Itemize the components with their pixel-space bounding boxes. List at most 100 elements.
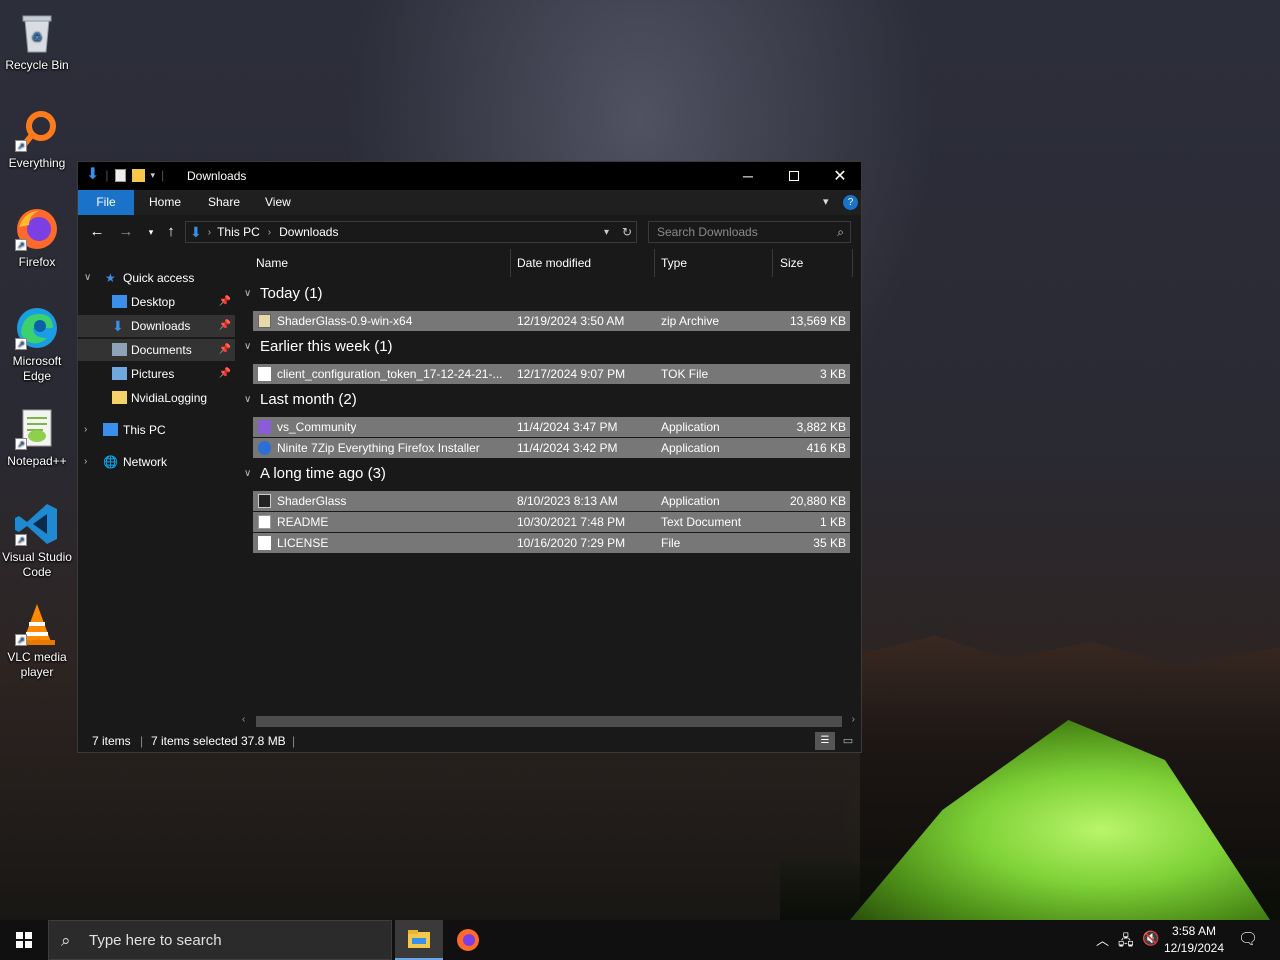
column-header-name[interactable]: Name [248, 249, 511, 277]
column-header-size[interactable]: Size [772, 249, 853, 277]
nav-network[interactable]: › 🌐 Network [78, 451, 235, 473]
group-label: A long time ago (3) [260, 465, 386, 482]
address-dropdown-icon[interactable]: ▾ [604, 227, 609, 238]
file-row[interactable]: client_configuration_token_17-12-24-21-.… [253, 364, 850, 384]
help-icon[interactable]: ? [843, 195, 858, 210]
group-header-last-month[interactable]: ∨ Last month (2) [236, 388, 836, 412]
nav-item-documents[interactable]: Documents 📌 [78, 339, 235, 361]
clock[interactable]: 3:58 AM 12/19/2024 [1162, 923, 1226, 957]
firefox-icon [457, 929, 479, 951]
nav-item-desktop[interactable]: Desktop 📌 [78, 291, 235, 313]
nav-quick-access[interactable]: ∨ ★ Quick access [78, 267, 235, 289]
desktop-icon-firefox[interactable]: ↗ Firefox [0, 205, 74, 270]
file-row[interactable]: vs_Community 11/4/2024 3:47 PM Applicati… [253, 417, 850, 437]
file-row[interactable]: Ninite 7Zip Everything Firefox Installer… [253, 438, 850, 458]
recent-locations-button[interactable]: ▾ [142, 223, 160, 241]
group-header-today[interactable]: ∨ Today (1) [236, 282, 836, 306]
maximize-button[interactable] [771, 162, 817, 190]
nav-label: Desktop [131, 295, 176, 309]
qa-customize-icon[interactable]: ▾ [151, 170, 156, 181]
file-name: LICENSE [277, 536, 329, 550]
chevron-down-icon: ∨ [244, 394, 252, 405]
window-title: Downloads [187, 169, 247, 183]
pin-icon: 📌 [218, 368, 231, 379]
nav-label: This PC [123, 423, 166, 437]
refresh-icon[interactable]: ↻ [622, 225, 632, 239]
chevron-down-icon: ▾ [148, 227, 154, 237]
desktop-icon-vscode[interactable]: ↗ Visual Studio Code [0, 500, 74, 580]
properties-icon[interactable] [114, 168, 126, 182]
scroll-right-icon[interactable]: › [852, 714, 855, 725]
back-button[interactable]: ← [88, 223, 106, 241]
taskbar-search-input[interactable]: ⌕ Type here to search [48, 920, 392, 960]
up-button[interactable]: ↑ [162, 223, 180, 241]
network-status-icon[interactable]: 🖧 [1118, 930, 1134, 954]
breadcrumb-downloads[interactable]: Downloads [279, 225, 338, 239]
scroll-left-icon[interactable]: ‹ [242, 714, 245, 725]
file-size: 13,569 KB [789, 314, 846, 328]
visual-studio-installer-icon [258, 420, 271, 434]
breadcrumb-this-pc[interactable]: This PC [217, 225, 260, 239]
desktop-icon-edge[interactable]: ↗ Microsoft Edge [0, 304, 74, 384]
scrollbar-thumb[interactable] [256, 716, 842, 727]
nav-label: Downloads [131, 319, 191, 333]
group-header-a-long-time-ago[interactable]: ∨ A long time ago (3) [236, 462, 836, 486]
file-date: 12/17/2024 9:07 PM [517, 367, 626, 381]
desktop-icon-notepadpp[interactable]: ↗ Notepad++ [0, 404, 74, 469]
large-icons-view-button[interactable]: ▭ [838, 732, 858, 750]
file-date: 10/16/2020 7:29 PM [517, 536, 626, 550]
breadcrumb-separator: › [267, 226, 272, 238]
desktop-icon-vlc[interactable]: ↗ VLC media player [0, 600, 74, 680]
tab-view[interactable]: View [251, 190, 305, 215]
file-row[interactable]: ShaderGlass 8/10/2023 8:13 AM Applicatio… [253, 491, 850, 511]
pin-icon: 📌 [218, 344, 231, 355]
tab-home[interactable]: Home [135, 190, 195, 215]
nav-item-downloads[interactable]: ⬇ Downloads 📌 [78, 315, 235, 337]
selected-size: 37.8 MB [241, 734, 286, 748]
desktop-icon-everything[interactable]: ↗ Everything [0, 106, 74, 171]
tab-share[interactable]: Share [194, 190, 254, 215]
file-date: 10/30/2021 7:48 PM [517, 515, 626, 529]
desktop-icon-label: Recycle Bin [5, 58, 69, 72]
chevron-down-icon: ∨ [84, 272, 92, 283]
minimize-icon: ─ [743, 168, 753, 184]
file-row[interactable]: LICENSE 10/16/2020 7:29 PM File 35 KB [253, 533, 850, 553]
search-placeholder: Search Downloads [657, 225, 758, 239]
expand-ribbon-icon[interactable]: ▾ [823, 195, 829, 208]
new-folder-icon[interactable] [131, 168, 145, 182]
file-date: 11/4/2024 3:42 PM [517, 441, 618, 455]
nav-item-pictures[interactable]: Pictures 📌 [78, 363, 235, 385]
ninite-icon [258, 441, 271, 455]
nav-this-pc[interactable]: › This PC [78, 419, 235, 441]
column-header-type[interactable]: Type [653, 249, 773, 277]
nav-item-nvidialogging[interactable]: NvidiaLogging [78, 387, 235, 409]
file-size: 35 KB [813, 536, 846, 550]
show-hidden-icons[interactable]: ︿ [1096, 930, 1109, 949]
desktop-icon-recycle-bin[interactable]: ♻ Recycle Bin [0, 8, 74, 73]
title-bar[interactable]: ⬇ | ▾ | Downloads ─ ✕ [78, 162, 861, 190]
close-button[interactable]: ✕ [817, 162, 863, 190]
explorer-window: ⬇ | ▾ | Downloads ─ ✕ File Home Share Vi… [77, 161, 862, 753]
group-header-earlier-this-week[interactable]: ∨ Earlier this week (1) [236, 335, 836, 359]
column-header-date-modified[interactable]: Date modified [509, 249, 655, 277]
horizontal-scrollbar[interactable]: ‹ › [236, 713, 861, 730]
file-type: TOK File [661, 367, 709, 381]
taskbar-file-explorer[interactable] [395, 920, 443, 960]
file-row[interactable]: README 10/30/2021 7:48 PM Text Document … [253, 512, 850, 532]
address-bar[interactable]: ⬇ › This PC › Downloads ▾ ↻ [185, 221, 637, 243]
downloads-folder-icon: ⬇ [190, 223, 202, 240]
file-name: vs_Community [277, 420, 357, 434]
taskbar-firefox[interactable] [444, 920, 492, 960]
computer-icon [103, 423, 118, 436]
minimize-button[interactable]: ─ [725, 162, 771, 190]
tab-file[interactable]: File [78, 190, 134, 215]
file-size: 20,880 KB [789, 494, 846, 508]
start-button[interactable] [0, 920, 48, 960]
details-view-button[interactable]: ☰ [815, 732, 835, 750]
forward-button[interactable]: → [117, 223, 135, 241]
volume-muted-icon[interactable]: 🔇 [1142, 930, 1159, 947]
file-row[interactable]: ShaderGlass-0.9-win-x64 12/19/2024 3:50 … [253, 311, 850, 331]
notifications-icon[interactable]: 🗨 [1238, 929, 1258, 949]
maximize-icon [789, 171, 799, 181]
search-input[interactable]: Search Downloads ⌕ [648, 221, 851, 243]
